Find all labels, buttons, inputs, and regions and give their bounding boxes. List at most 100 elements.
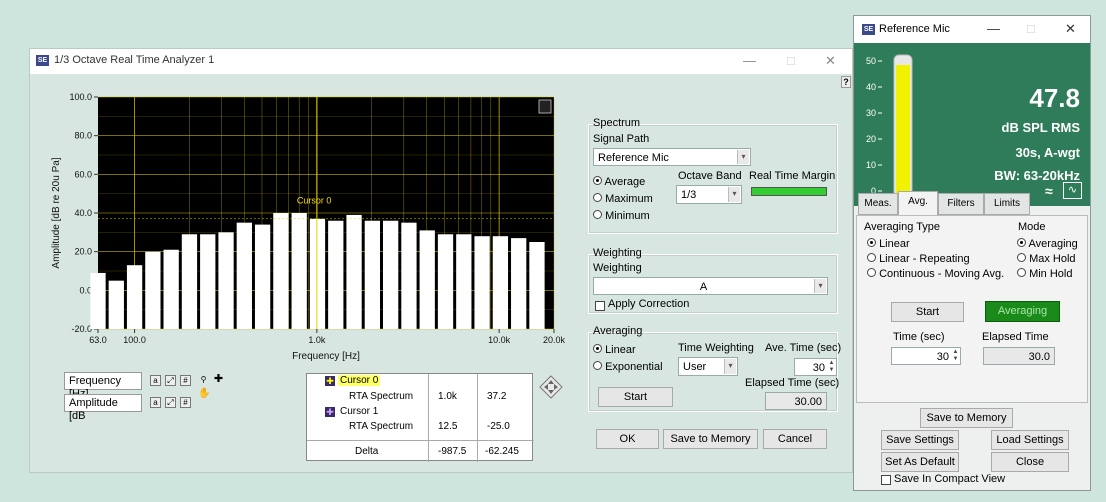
elapsed-time-display: 30.00 [765,392,827,410]
compact-view-label: Save In Compact View [894,473,1006,485]
mic-mode-minhold-option[interactable]: Min Hold [1017,268,1072,280]
averaging-exponential-label: Exponential [605,361,663,373]
maximize-button[interactable]: □ [1027,21,1035,36]
reference-mic-window: SE Reference Mic — □ ✕ 50 40 30 20 10 0 47.8 … [853,15,1091,491]
mode-maximum-option[interactable]: Maximum [593,193,653,205]
spectrum-title: Spectrum [593,117,641,129]
chevron-down-icon: ▾ [814,279,826,293]
mic-window-title: Reference Mic [879,23,950,35]
collapse-icon[interactable]: ≈ [1045,183,1053,199]
x-format-icon[interactable]: # [180,375,191,386]
avg-type-linear-label: Linear [879,238,910,250]
save-settings-button[interactable]: Save Settings [881,430,959,450]
set-as-default-button[interactable]: Set As Default [881,452,959,472]
averaging-exponential-option[interactable]: Exponential [593,361,663,373]
averaging-start-button[interactable]: Start [598,387,673,407]
bar-400 [236,222,252,329]
delta-x: -987.5 [438,446,467,457]
ave-time-value: 30 [812,362,825,374]
level-value: 47.8 [1029,83,1080,113]
x-lock-icon[interactable]: a [150,375,161,386]
avg-type-repeating-option[interactable]: Linear - Repeating [867,253,970,265]
octave-band-label: Octave Band [678,170,742,182]
bar-125 [145,251,161,329]
load-settings-button[interactable]: Load Settings [991,430,1069,450]
bar-315 [218,232,234,329]
cursor-0-name[interactable]: Cursor 0 [338,375,381,386]
close-button[interactable]: ✕ [825,53,836,69]
cursor-0-y: 37.2 [487,391,507,402]
avg-tab-panel: Averaging Type Linear Linear - Repeating… [856,215,1088,403]
cursor-1-plot: RTA Spectrum [349,421,414,432]
octave-band-value: 1/3 [681,189,697,201]
avg-type-moving-option[interactable]: Continuous - Moving Avg. [867,268,1004,280]
bar-1k [309,218,326,329]
save-to-memory-button[interactable]: Save to Memory [663,429,758,449]
cursor-move-icon[interactable]: ✚ [213,374,224,386]
mic-close-button[interactable]: Close [991,452,1069,472]
mic-start-button[interactable]: Start [891,302,964,322]
x-tick-label: 20.0k [543,335,566,345]
radio-icon [593,210,602,219]
mode-minimum-label: Minimum [605,210,650,222]
zoom-icon[interactable]: ⚲ [198,375,209,386]
tab-avg[interactable]: Avg. [898,191,938,215]
radio-icon [867,268,876,277]
cancel-button[interactable]: Cancel [763,429,827,449]
mic-mode-maxhold-option[interactable]: Max Hold [1017,253,1076,265]
maximize-button[interactable]: □ [787,53,795,68]
time-weighting-select[interactable]: User ▾ [678,357,738,376]
tab-limits[interactable]: Limits [984,193,1030,215]
elapsed-label: Elapsed Time [982,331,1049,343]
ave-time-input[interactable]: 30 ▲ ▼ [794,358,837,376]
spinner-icon[interactable]: ▲ ▼ [828,360,835,374]
signal-path-select[interactable]: Reference Mic ▾ [593,148,751,166]
mic-mode-averaging-option[interactable]: Averaging [1017,238,1078,250]
minimize-button[interactable]: — [987,21,1000,36]
tab-meas[interactable]: Meas. [858,193,898,215]
averaging-linear-label: Linear [605,344,636,356]
y-tick-label: 100.0 [69,92,92,102]
mode-minimum-option[interactable]: Minimum [593,210,650,222]
cursor-1-name[interactable]: Cursor 1 [340,406,378,417]
cursor-navigator-icon[interactable] [539,375,563,399]
mode-average-option[interactable]: Average [593,176,645,188]
delta-y: -62.245 [485,446,519,457]
meter-tick-label: 20 [866,134,876,144]
y-lock-icon[interactable]: a [150,397,161,408]
radio-icon [593,361,602,370]
ok-button[interactable]: OK [596,429,659,449]
tab-filters[interactable]: Filters [938,193,984,215]
octave-band-select[interactable]: 1/3 ▾ [676,185,742,204]
time-weighting-value: User [683,361,707,373]
mic-titlebar[interactable]: SE Reference Mic — □ ✕ [854,16,1090,43]
apply-correction-label: Apply Correction [608,298,690,310]
x-tick-label: 100.0 [123,335,146,345]
bar-630 [273,213,289,329]
bar-63 [90,272,106,329]
x-autoscale-icon[interactable]: ⤢ [165,375,176,386]
bandwidth-info: BW: 63-20kHz [994,168,1080,183]
mic-save-to-memory-button[interactable]: Save to Memory [920,408,1013,428]
pan-hand-icon[interactable]: ✋ [198,389,210,400]
weighting-select[interactable]: A ▾ [593,277,828,295]
close-button[interactable]: ✕ [1065,21,1076,37]
graph-icon[interactable]: ∿ [1063,182,1082,199]
help-button[interactable]: ? [841,76,851,88]
spinner-icon[interactable]: ▲ ▼ [952,349,959,363]
y-format-icon[interactable]: # [180,397,191,408]
avg-type-linear-option[interactable]: Linear [867,238,910,250]
apply-correction-checkbox[interactable] [595,301,605,311]
cursor-0-icon[interactable]: ✚ [325,376,335,386]
rta-titlebar[interactable]: SE 1/3 Octave Real Time Analyzer 1 — □ ✕ [30,49,852,74]
cursor-0-label: Cursor 0 [297,195,332,205]
minimize-button[interactable]: — [743,53,756,68]
time-input[interactable]: 30 ▲ ▼ [891,347,961,365]
compact-view-checkbox[interactable] [881,475,891,485]
cursor-1-icon[interactable]: ✚ [325,407,335,417]
radio-icon [1017,253,1026,262]
averaging-linear-option[interactable]: Linear [593,344,636,356]
y-autoscale-icon[interactable]: ⤢ [165,397,176,408]
bar-16k [529,242,545,329]
bar-500 [254,224,271,329]
